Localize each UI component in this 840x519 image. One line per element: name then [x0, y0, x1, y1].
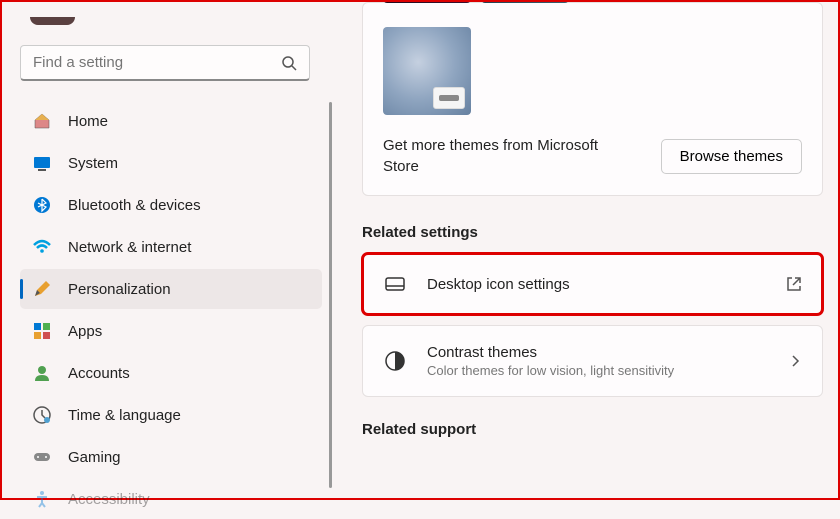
themes-card: Get more themes from Microsoft Store Bro… — [362, 2, 823, 196]
browse-themes-button[interactable]: Browse themes — [661, 139, 802, 174]
accessibility-icon — [32, 489, 52, 509]
nav-item-system[interactable]: System — [20, 143, 322, 183]
search-box[interactable] — [20, 45, 310, 81]
theme-thumbnails — [383, 3, 802, 123]
themes-more-text: Get more themes from Microsoft Store — [383, 135, 603, 177]
contrast-themes-card[interactable]: Contrast themes Color themes for low vis… — [362, 325, 823, 397]
nav-item-accessibility[interactable]: Accessibility — [20, 479, 322, 519]
nav-item-time[interactable]: Time & language — [20, 395, 322, 435]
gaming-icon — [32, 447, 52, 467]
clock-icon — [32, 405, 52, 425]
related-support-heading: Related support — [362, 421, 823, 438]
nav-label: Network & internet — [68, 239, 191, 256]
sidebar: Home System Bluetooth & devices Network … — [2, 2, 332, 498]
search-input[interactable] — [33, 54, 281, 71]
nav-item-accounts[interactable]: Accounts — [20, 353, 322, 393]
related-settings-heading: Related settings — [362, 224, 823, 241]
theme-thumb-dark[interactable] — [383, 2, 471, 3]
nav-item-apps[interactable]: Apps — [20, 311, 322, 351]
nav-label: System — [68, 155, 118, 172]
nav-item-home[interactable]: Home — [20, 101, 322, 141]
nav-label: Accounts — [68, 365, 130, 382]
nav-label: Time & language — [68, 407, 181, 424]
desktop-icon — [383, 272, 407, 296]
nav-item-gaming[interactable]: Gaming — [20, 437, 322, 477]
search-icon — [281, 55, 297, 71]
accounts-icon — [32, 363, 52, 383]
chevron-right-icon — [788, 354, 802, 368]
sidebar-scrollbar[interactable] — [329, 102, 332, 488]
bluetooth-icon — [32, 195, 52, 215]
setting-subtitle: Color themes for low vision, light sensi… — [427, 363, 788, 378]
apps-icon — [32, 321, 52, 341]
nav-label: Accessibility — [68, 491, 150, 508]
nav-label: Apps — [68, 323, 102, 340]
system-icon — [32, 153, 52, 173]
wifi-icon — [32, 237, 52, 257]
nav-list: Home System Bluetooth & devices Network … — [20, 101, 322, 519]
setting-title: Desktop icon settings — [427, 276, 786, 293]
nav-item-network[interactable]: Network & internet — [20, 227, 322, 267]
nav-label: Personalization — [68, 281, 171, 298]
nav-label: Bluetooth & devices — [68, 197, 201, 214]
nav-label: Home — [68, 113, 108, 130]
external-link-icon — [786, 276, 802, 292]
contrast-icon — [383, 349, 407, 373]
desktop-icon-settings-card[interactable]: Desktop icon settings — [362, 253, 823, 315]
personalization-icon — [32, 279, 52, 299]
main-content: Get more themes from Microsoft Store Bro… — [332, 2, 838, 498]
setting-title: Contrast themes — [427, 344, 788, 361]
nav-label: Gaming — [68, 449, 121, 466]
home-icon — [32, 111, 52, 131]
theme-thumb-bloom[interactable] — [383, 27, 471, 115]
theme-thumb-teal[interactable] — [481, 2, 569, 3]
nav-item-bluetooth[interactable]: Bluetooth & devices — [20, 185, 322, 225]
nav-item-personalization[interactable]: Personalization — [20, 269, 322, 309]
avatar[interactable] — [30, 17, 75, 25]
